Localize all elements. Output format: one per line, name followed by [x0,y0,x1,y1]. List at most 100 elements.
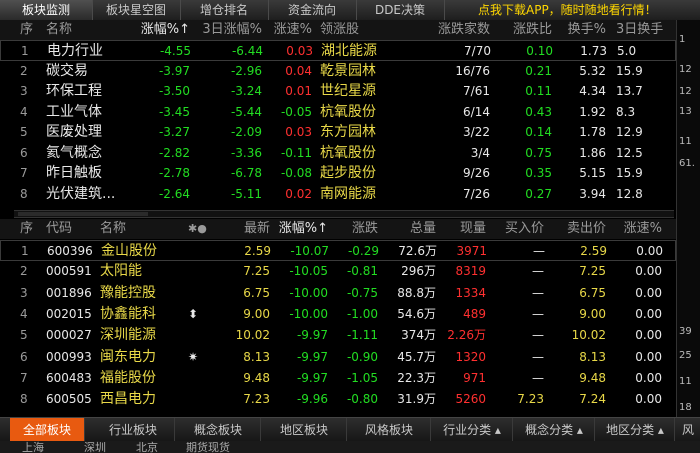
sector-row[interactable]: 7 昨日触板 -2.78 -6.78 -0.08 起步股份 9/26 0.35 5.15 15.9 [0,163,676,184]
sector-cell-lead: 南网能源 [320,185,376,202]
stock-row[interactable]: 8 600505 西昌电力 7.23 -9.96 -0.80 31.9万 5260 7.23 7.… [0,389,676,410]
sector-row[interactable]: 8 光伏建筑... -2.64 -5.11 0.02 南网能源 7/26 0.27 3.94 12… [0,184,676,205]
stock-cell-chg: -10.07 [290,244,329,258]
tab-concept-sectors[interactable]: 概念板块 [176,418,261,442]
col-latest[interactable]: 最新 [226,219,270,239]
sector-row[interactable]: 2 碳交易 -3.97 -2.96 0.04 乾景园林 16/76 0.21 5.32 15.9 [0,61,676,82]
stock-cell-idx: 4 [20,306,28,321]
stock-row[interactable]: 2 000591 太阳能 7.25 -10.05 -0.81 296万 8319 — 7.25 0.… [0,261,676,282]
col-speed[interactable]: 涨速% [268,20,312,40]
tab-dde[interactable]: DDE决策 [356,0,445,20]
market-tab-bar: 上海 深圳 北京 期货现货 [0,441,700,453]
sector-cell-chg: -2.78 [158,166,190,180]
col-volume[interactable]: 总量 [384,219,436,239]
col-3day-change[interactable]: 3日涨幅% [196,20,262,40]
col-name[interactable]: 名称 [100,219,160,239]
stock-row[interactable]: 4 002015 协鑫能科 ⬍ 9.00 -10.00 -1.00 54.6万 489 — 9.00… [0,304,676,325]
tab-sector-starmap[interactable]: 板块星空图 [92,0,181,20]
stock-cell-ask: 9.48 [579,370,606,385]
scrollbar-thumb[interactable] [18,212,148,216]
sector-cell-turnover: 4.34 [579,84,606,98]
stock-cell-chg: -9.97 [296,370,328,385]
stock-row[interactable]: 6 000993 闽东电力 ✷ 8.13 -9.97 -0.90 45.7万 1320 — 8.13… [0,347,676,368]
stock-row[interactable]: 7 600483 福能股份 9.48 -9.97 -1.05 22.3万 971 — 9.48 0.… [0,368,676,389]
col-code[interactable]: 代码 [46,219,96,239]
col-speed[interactable]: 涨速% [612,219,662,239]
stock-cell-idx: 8 [20,392,28,407]
sector-cell-ratio: 0.35 [525,166,552,180]
tab-style-sectors[interactable]: 风格板块 [348,418,431,442]
col-updown-ratio[interactable]: 涨跌比 [500,20,552,40]
download-app-promo[interactable]: 点我下载APP，随时随地看行情！ [478,0,657,20]
tab-industry-category[interactable]: 行业分类 ▴ [432,418,513,442]
stock-row[interactable]: 3 001896 豫能控股 6.75 -10.00 -0.75 88.8万 1334 — 6.75… [0,283,676,304]
tab-sector-monitor[interactable]: 板块监测 [0,0,93,20]
col-bid[interactable]: 买入价 [494,219,544,239]
sector-cell-speed: 0.04 [285,63,312,78]
stock-cell-price: 7.25 [243,264,270,279]
sector-cell-name: 医废处理 [46,124,102,140]
tab-futures[interactable]: 期货现货 [186,441,230,453]
col-turnover[interactable]: 换手% [556,20,606,40]
stock-cell-change: -0.75 [346,285,378,300]
sector-row[interactable]: 3 环保工程 -3.50 -3.24 0.01 世纪星源 7/61 0.11 4.34 13.7 [0,81,676,102]
sector-cell-speed: 0.03 [286,44,313,58]
stock-row[interactable]: 5 000027 深圳能源 10.02 -9.97 -1.11 374万 2.26万 — 10.0… [0,325,676,346]
sector-cell-name: 碳交易 [46,62,88,79]
sector-cell-turnover: 5.32 [579,63,606,78]
tab-style-category[interactable]: 风 [676,418,700,442]
sector-cell-turnover3: 5.0 [617,44,637,58]
col-3day-turnover[interactable]: 3日换手 [616,20,676,40]
tab-concept-category[interactable]: 概念分类 ▴ [514,418,595,442]
right-strip-value: 39 [679,326,692,337]
tab-position-rank[interactable]: 增仓排名 [180,0,269,20]
tab-industry-sectors[interactable]: 行业板块 [92,418,175,442]
tab-region-category[interactable]: 地区分类 ▴ [596,418,675,442]
tab-shenzhen[interactable]: 深圳 [84,441,106,453]
sector-cell-updown: 3/22 [463,125,490,139]
stock-cell-name: 豫能控股 [100,284,156,301]
sector-row[interactable]: 6 氦气概念 -2.82 -3.36 -0.11 杭氧股份 3/4 0.75 1.86 12.5 [0,143,676,164]
sector-row[interactable]: 1 电力行业 -4.55 -6.44 0.03 湖北能源 7/70 0.10 1.73 5.0 [0,40,676,61]
sector-cell-updown: 7/70 [464,44,491,58]
col-idx[interactable]: 序 [20,219,34,239]
tab-all-sectors[interactable]: 全部板块 [10,418,85,442]
sector-cell-chg3: -2.09 [230,125,262,139]
col-mark[interactable]: ✱● [188,219,214,239]
sector-row[interactable]: 4 工业气体 -3.45 -5.44 -0.05 杭氧股份 6/14 0.43 1.92 8.3 [0,102,676,123]
tab-fund-flow[interactable]: 资金流向 [268,0,357,20]
stock-cell-ask: 8.13 [579,349,606,364]
sector-cell-name: 环保工程 [46,83,102,99]
col-idx[interactable]: 序 [20,20,34,40]
sector-cell-speed: -0.05 [280,104,312,119]
sector-row[interactable]: 5 医废处理 -3.27 -2.09 0.03 东方园林 3/22 0.14 1.78 12.9 [0,122,676,143]
stock-cell-price: 7.23 [243,392,270,407]
stock-cell-code: 000993 [46,349,92,364]
stock-cell-ask: 9.00 [579,306,606,321]
col-current-volume[interactable]: 现量 [438,219,486,239]
sector-cell-turnover3: 13.7 [616,84,643,98]
col-ask[interactable]: 卖出价 [556,219,606,239]
col-updown-count[interactable]: 涨跌家数 [418,20,490,40]
tab-region-sectors[interactable]: 地区板块 [262,418,347,442]
stock-cell-mark [188,368,214,389]
stock-cell-curvol: 5260 [455,392,486,407]
sector-cell-updown: 16/76 [455,63,490,78]
col-leading-stock[interactable]: 领涨股 [320,20,390,40]
stock-cell-chg: -9.96 [296,392,328,407]
col-name[interactable]: 名称 [46,20,126,40]
stock-cell-volume: 31.9万 [397,392,436,407]
col-change-pct[interactable]: 涨幅%↑ [272,219,328,239]
stock-cell-mark: ✷ [188,349,199,364]
stock-row[interactable]: 1 600396 金山股份 2.59 -10.07 -0.29 72.6万 3971 — 2.59… [0,240,676,261]
tab-shanghai[interactable]: 上海 [22,441,44,453]
stock-cell-change: -1.00 [346,306,378,321]
stock-cell-name: 协鑫能科 [100,305,156,322]
horizontal-scrollbar[interactable] [14,210,674,218]
tab-beijing[interactable]: 北京 [136,441,158,453]
stock-cell-mark [188,325,214,346]
sector-cell-turnover: 1.86 [579,145,606,160]
col-change-pct[interactable]: 涨幅%↑ [130,20,190,40]
col-change[interactable]: 涨跌 [330,219,378,239]
sector-cell-turnover: 1.92 [579,104,606,119]
